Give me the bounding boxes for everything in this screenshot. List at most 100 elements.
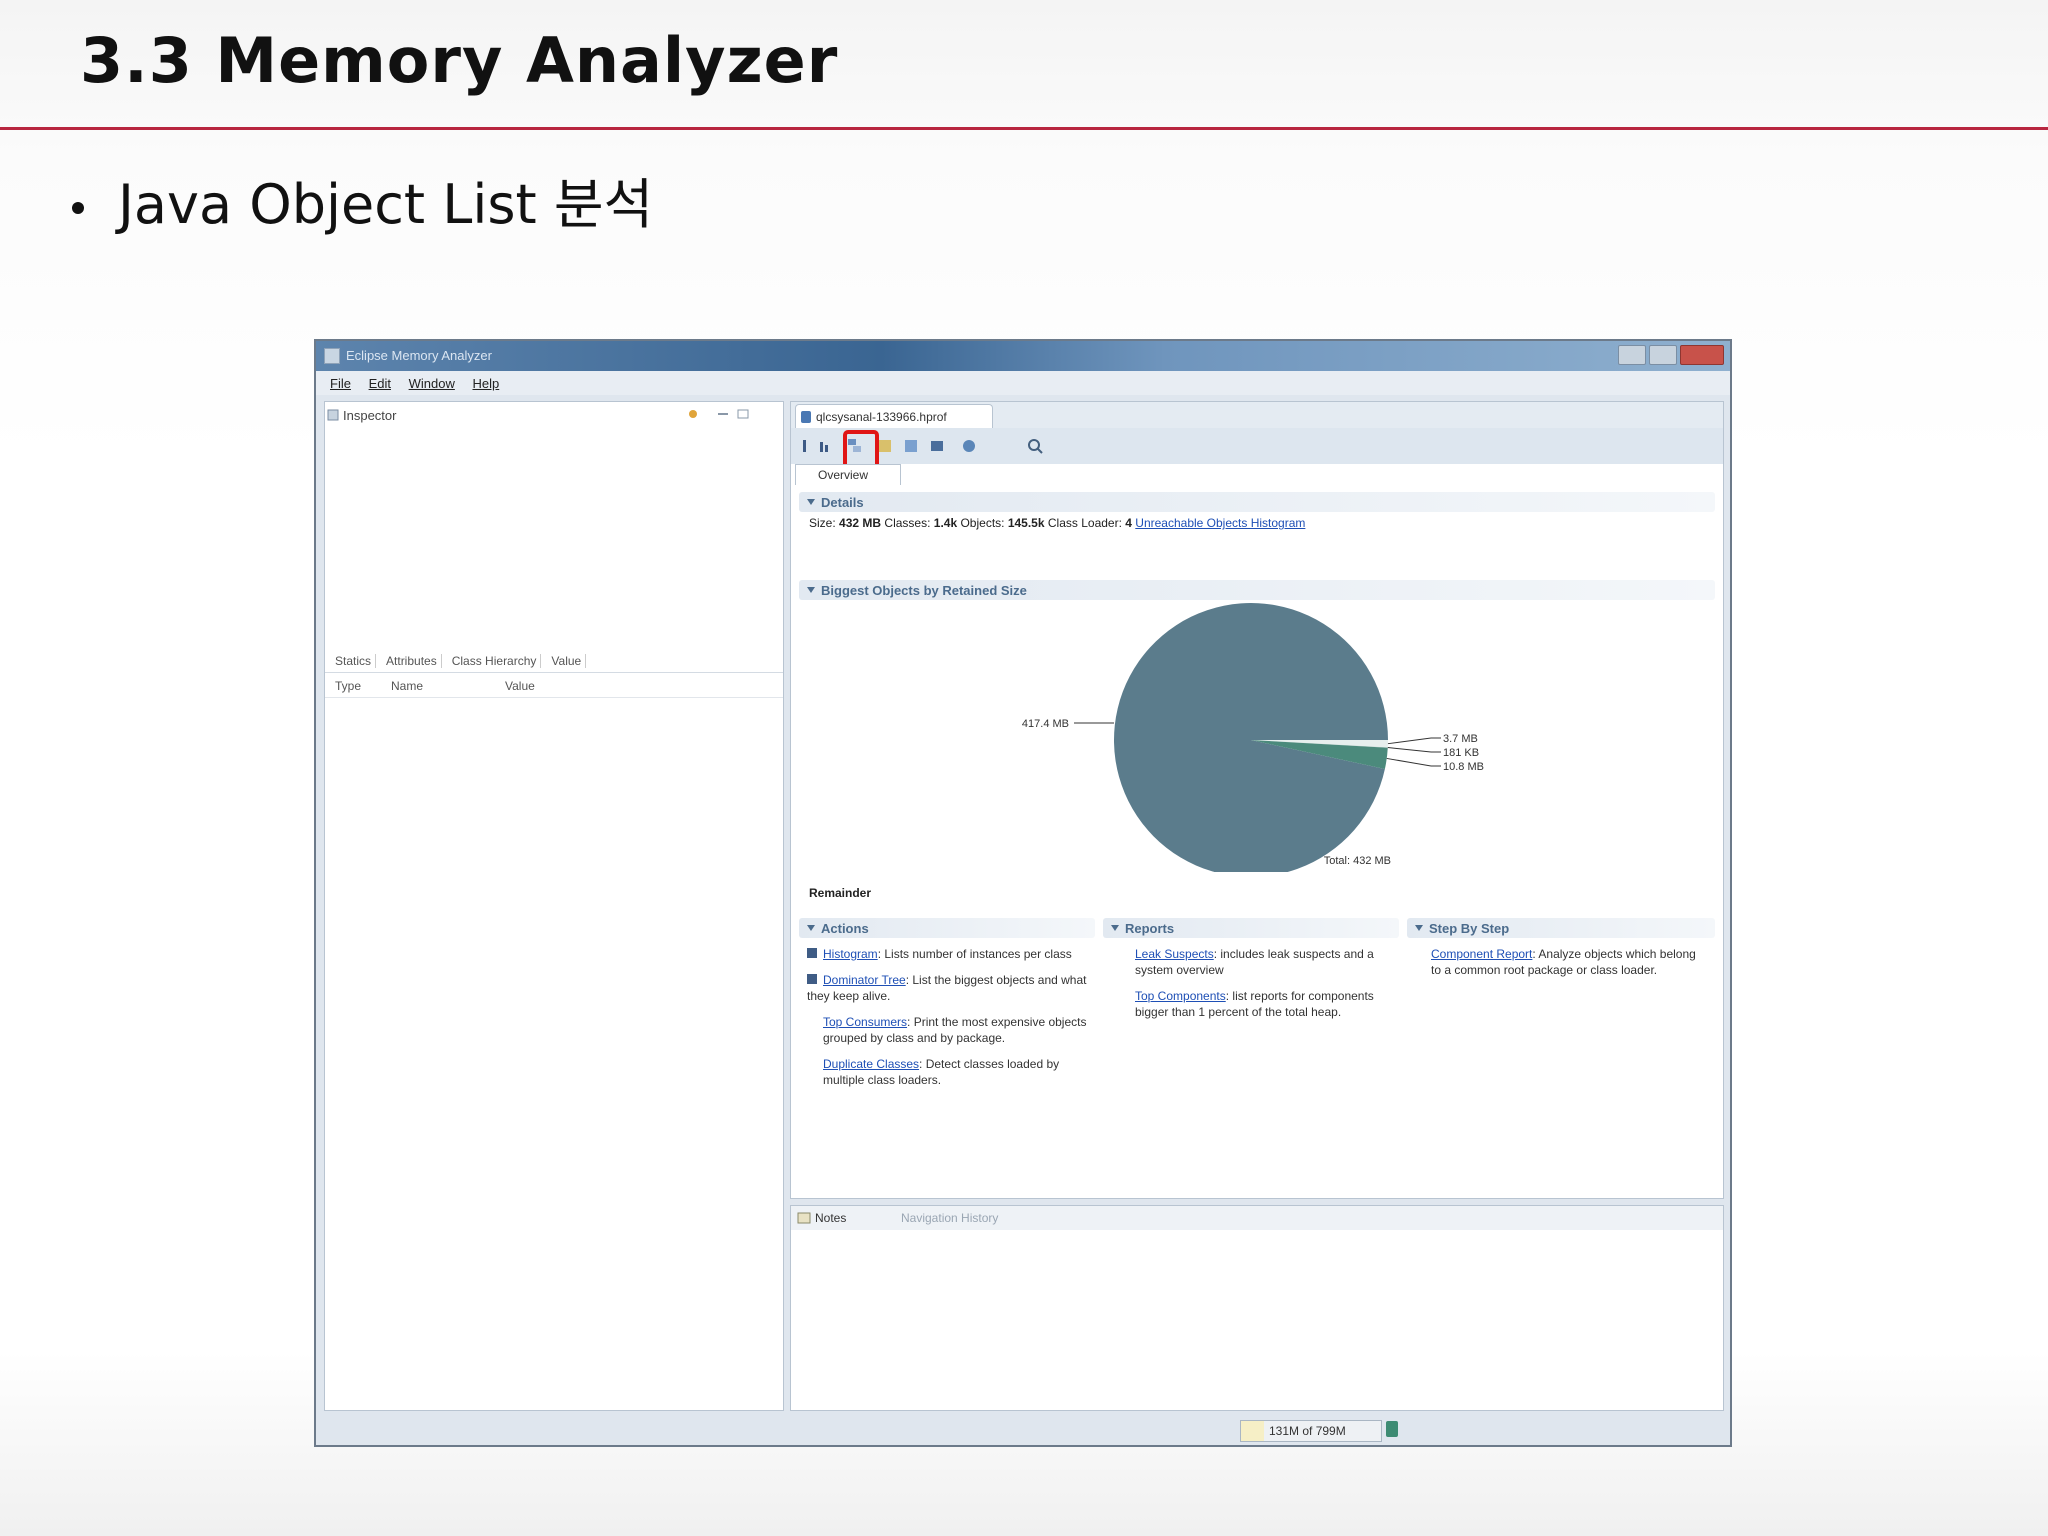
overview-tab-label: Overview bbox=[818, 468, 869, 482]
menu-file[interactable]: File bbox=[330, 376, 351, 391]
navigation-history-tab[interactable]: Navigation History bbox=[901, 1211, 998, 1225]
app-window: Eclipse Memory Analyzer File Edit Window… bbox=[314, 339, 1732, 1447]
tab-attributes[interactable]: Attributes bbox=[386, 654, 442, 668]
inspector-tab[interactable]: Inspector bbox=[325, 402, 783, 428]
editor-toolbar bbox=[791, 428, 1723, 464]
tab-class-hierarchy[interactable]: Class Hierarchy bbox=[452, 654, 542, 668]
oql-icon[interactable] bbox=[877, 438, 893, 454]
title-divider bbox=[0, 127, 2048, 130]
slide-title: 3.3 Memory Analyzer bbox=[80, 24, 839, 97]
garbage-collect-icon[interactable] bbox=[1386, 1421, 1398, 1437]
window-titlebar[interactable]: Eclipse Memory Analyzer bbox=[316, 341, 1730, 371]
details-header-label: Details bbox=[821, 495, 864, 510]
leader-line bbox=[1387, 737, 1432, 745]
column-type[interactable]: Type bbox=[335, 679, 361, 693]
window-controls bbox=[1618, 345, 1724, 365]
column-value[interactable]: Value bbox=[505, 679, 535, 693]
inspector-columns: Type Name Value bbox=[325, 675, 783, 698]
minimize-view-icon[interactable] bbox=[717, 409, 729, 419]
step-by-step-list: Component Report: Analyze objects which … bbox=[1431, 946, 1701, 988]
inspector-pane: Inspector Statics Attributes Class Hierarc… bbox=[324, 401, 784, 1411]
close-button[interactable] bbox=[1680, 345, 1724, 365]
tab-value[interactable]: Value bbox=[551, 654, 587, 668]
duplicate-classes-link[interactable]: Duplicate Classes bbox=[823, 1057, 919, 1071]
reports-list: Leak Suspects: includes leak suspects an… bbox=[1135, 946, 1375, 1030]
heap-status-label: 131M of 799M bbox=[1269, 1424, 1346, 1438]
hprof-file-icon bbox=[801, 411, 811, 423]
editor-tab-row: qlcsysanal-133966.hprof bbox=[791, 402, 1723, 429]
menu-help[interactable]: Help bbox=[472, 376, 499, 391]
list-item: Component Report: Analyze objects which … bbox=[1431, 946, 1701, 978]
pie-total-label: Total: 432 MB bbox=[1324, 855, 1391, 867]
histogram-link[interactable]: Histogram bbox=[823, 947, 878, 961]
unreachable-histogram-link[interactable]: Unreachable Objects Histogram bbox=[1135, 516, 1305, 530]
histogram-icon[interactable] bbox=[817, 438, 833, 454]
menu-bar: File Edit Window Help bbox=[316, 371, 1730, 395]
step-section-header[interactable]: Step By Step bbox=[1407, 918, 1715, 938]
component-report-link[interactable]: Component Report bbox=[1431, 947, 1532, 961]
menu-window[interactable]: Window bbox=[409, 376, 455, 391]
maximize-view-icon[interactable] bbox=[737, 409, 749, 419]
window-title: Eclipse Memory Analyzer bbox=[346, 348, 492, 363]
biggest-objects-chart: 417.4 MB 3.7 MB 181 KB 10.8 MB Total: 432 MB bbox=[791, 602, 1723, 892]
list-item: Duplicate Classes: Detect classes loaded… bbox=[807, 1056, 1091, 1088]
loader-value: 4 bbox=[1125, 516, 1132, 530]
leader-line bbox=[1386, 757, 1432, 767]
query-browser-icon[interactable] bbox=[929, 438, 945, 454]
dominator-tree-link[interactable]: Dominator Tree bbox=[823, 973, 906, 987]
export-icon[interactable] bbox=[961, 438, 977, 454]
editor-tab[interactable]: qlcsysanal-133966.hprof bbox=[795, 404, 993, 429]
leader-line bbox=[1387, 747, 1432, 753]
reports-section-header[interactable]: Reports bbox=[1103, 918, 1399, 938]
collapse-triangle-icon bbox=[1111, 925, 1119, 931]
notes-tab[interactable]: Notes bbox=[815, 1211, 846, 1225]
list-item: Top Consumers: Print the most expensive … bbox=[807, 1014, 1091, 1046]
minimize-button[interactable] bbox=[1618, 345, 1646, 365]
heap-dump-editor: qlcsysanal-133966.hprof Overview Details… bbox=[790, 401, 1724, 1199]
actions-section-header[interactable]: Actions bbox=[799, 918, 1095, 938]
app-icon bbox=[324, 348, 340, 364]
heap-status[interactable]: 131M of 799M bbox=[1240, 1420, 1382, 1442]
list-item: Leak Suspects: includes leak suspects an… bbox=[1135, 946, 1375, 978]
pie-chart-svg: 417.4 MB 3.7 MB 181 KB 10.8 MB Total: 432 MB bbox=[1022, 602, 1484, 877]
details-section-header[interactable]: Details bbox=[799, 492, 1715, 512]
size-value: 432 MB bbox=[839, 516, 882, 530]
tab-overview[interactable]: Overview bbox=[795, 464, 901, 485]
editor-tab-label: qlcsysanal-133966.hprof bbox=[816, 410, 947, 424]
objects-label: Objects: bbox=[960, 516, 1005, 530]
menu-edit[interactable]: Edit bbox=[369, 376, 391, 391]
inspector-tab-label: Inspector bbox=[343, 408, 397, 423]
reports-header-label: Reports bbox=[1125, 921, 1175, 936]
maximize-button[interactable] bbox=[1649, 345, 1677, 365]
actions-header-label: Actions bbox=[821, 921, 869, 936]
classes-value: 1.4k bbox=[933, 516, 958, 530]
reports-icon[interactable] bbox=[903, 438, 919, 454]
pin-icon[interactable] bbox=[687, 409, 699, 419]
leak-suspects-link[interactable]: Leak Suspects bbox=[1135, 947, 1214, 961]
details-summary: Size: 432 MB Classes: 1.4k Objects: 145.… bbox=[809, 516, 1305, 530]
collapse-triangle-icon bbox=[1415, 925, 1423, 931]
top-consumers-link[interactable]: Top Consumers bbox=[823, 1015, 907, 1029]
status-bar: 131M of 799M bbox=[316, 1417, 1730, 1445]
size-label: Size: bbox=[809, 516, 836, 530]
overview-icon[interactable] bbox=[797, 438, 813, 454]
list-item: Dominator Tree: List the biggest objects… bbox=[807, 972, 1091, 1004]
list-item: Histogram: Lists number of instances per… bbox=[807, 946, 1091, 962]
biggest-objects-section-header[interactable]: Biggest Objects by Retained Size bbox=[799, 580, 1715, 600]
classes-label: Classes: bbox=[884, 516, 931, 530]
top-components-link[interactable]: Top Components bbox=[1135, 989, 1226, 1003]
collapse-triangle-icon bbox=[807, 925, 815, 931]
pie-label-0: 417.4 MB bbox=[1022, 718, 1069, 730]
notes-icon bbox=[797, 1212, 811, 1224]
search-icon[interactable] bbox=[1027, 438, 1043, 454]
pie-slice-0[interactable] bbox=[1113, 602, 1388, 877]
list-item: Top Components: list reports for compone… bbox=[1135, 988, 1375, 1020]
tab-statics[interactable]: Statics bbox=[335, 654, 377, 668]
column-name[interactable]: Name bbox=[391, 679, 423, 693]
inspector-icon bbox=[327, 409, 339, 421]
step-header-label: Step By Step bbox=[1429, 921, 1510, 936]
bullet-text: Java Object List 분석 bbox=[118, 173, 654, 236]
objects-value: 145.5k bbox=[1007, 516, 1045, 530]
remainder-label: Remainder bbox=[809, 886, 872, 900]
heap-usage-fill bbox=[1241, 1421, 1264, 1441]
